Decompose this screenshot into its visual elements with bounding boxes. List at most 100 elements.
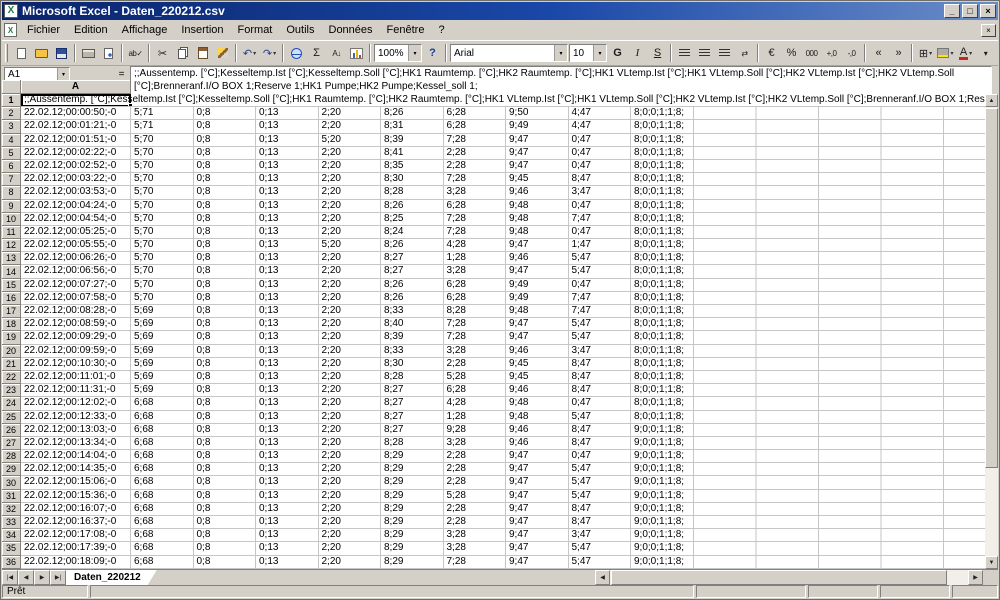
cell[interactable]: 9;47: [506, 133, 569, 147]
cell[interactable]: 2;20: [318, 225, 381, 240]
cell[interactable]: 5;70: [131, 278, 194, 292]
cell[interactable]: 0;8: [193, 239, 256, 253]
cell[interactable]: 22.02.12;00:15:36;-0: [21, 489, 131, 503]
row-header[interactable]: 9: [2, 199, 21, 213]
cell[interactable]: 2;20: [318, 305, 381, 319]
autosum-button[interactable]: Σ: [307, 43, 326, 63]
cell[interactable]: 9;0;0;1;1;8;: [631, 450, 694, 464]
cell[interactable]: 2;20: [318, 344, 381, 358]
cell[interactable]: 2;20: [318, 357, 381, 371]
save-button[interactable]: [52, 43, 71, 63]
fill-color-button[interactable]: ▾: [936, 43, 955, 63]
cell[interactable]: 8;0;0;1;1;8;: [631, 384, 694, 398]
cell[interactable]: 2;20: [318, 450, 381, 464]
cell[interactable]: 8;27: [381, 397, 444, 411]
empty-cells[interactable]: [693, 225, 985, 240]
cell[interactable]: 0;13: [256, 489, 319, 503]
cell[interactable]: 0;13: [256, 476, 319, 490]
format-painter-button[interactable]: [213, 43, 232, 63]
chevron-down-icon[interactable]: ▾: [593, 45, 606, 61]
menu-item[interactable]: Outils: [279, 22, 321, 38]
size-combo[interactable]: 10 ▾: [569, 44, 607, 62]
cell[interactable]: 0;8: [193, 344, 256, 358]
merge-center-button[interactable]: ⇄: [735, 43, 754, 63]
cell[interactable]: 7;47: [568, 291, 631, 305]
cell[interactable]: 0;13: [256, 436, 319, 451]
undo-button[interactable]: ↶ ▾: [240, 43, 259, 63]
cell[interactable]: 8;0;0;1;1;8;: [631, 199, 694, 213]
cell[interactable]: 8;28: [381, 436, 444, 451]
chevron-down-icon[interactable]: ▾: [408, 45, 421, 61]
cell[interactable]: 0;8: [193, 107, 256, 121]
cell[interactable]: 7;28: [443, 133, 506, 147]
row-header[interactable]: 20: [2, 344, 21, 358]
previous-sheet-button[interactable]: ◀: [18, 570, 34, 585]
cell[interactable]: 9;0;0;1;1;8;: [631, 555, 694, 569]
toolbar-grip[interactable]: [5, 44, 8, 62]
cell[interactable]: 22.02.12;00:06:26;-0: [21, 252, 131, 266]
empty-cells[interactable]: [693, 502, 985, 516]
cell[interactable]: 22.02.12;00:02:52;-0: [21, 159, 131, 174]
cell[interactable]: 6;68: [131, 529, 194, 543]
row-header[interactable]: 12: [2, 239, 21, 253]
cell[interactable]: 0;8: [193, 252, 256, 266]
sort-ascending-button[interactable]: A↓: [327, 43, 346, 63]
row-header[interactable]: 34: [2, 529, 21, 543]
cell[interactable]: 22.02.12;00:14:35;-0: [21, 463, 131, 477]
cell[interactable]: 2;20: [318, 423, 381, 437]
cell[interactable]: 9;49: [506, 278, 569, 292]
empty-cells[interactable]: [693, 278, 985, 292]
menu-item[interactable]: Fenêtre: [380, 22, 432, 38]
cell[interactable]: 5;70: [131, 159, 194, 174]
cell[interactable]: 2;20: [318, 410, 381, 424]
cell[interactable]: 9;47: [506, 146, 569, 160]
cell[interactable]: 0;8: [193, 370, 256, 385]
cell[interactable]: 4;47: [568, 120, 631, 134]
cell[interactable]: 9;47: [506, 239, 569, 253]
cell[interactable]: 1;28: [443, 252, 506, 266]
cell[interactable]: 7;28: [443, 173, 506, 187]
cell[interactable]: 22.02.12;00:07:58;-0: [21, 291, 131, 305]
cell[interactable]: 8;41: [381, 146, 444, 160]
cell[interactable]: 22.02.12;00:18:09;-0: [21, 555, 131, 569]
cell[interactable]: 0;13: [256, 146, 319, 160]
cell[interactable]: 22.02.12;00:12:33;-0: [21, 410, 131, 424]
cell[interactable]: 9;0;0;1;1;8;: [631, 529, 694, 543]
cell[interactable]: 5;47: [568, 331, 631, 345]
cell[interactable]: 8;39: [381, 133, 444, 147]
percent-button[interactable]: %: [782, 43, 801, 63]
row-header[interactable]: 15: [2, 278, 21, 292]
cell[interactable]: 22.02.12;00:17:39;-0: [21, 542, 131, 556]
cell[interactable]: 5;70: [131, 252, 194, 266]
cell[interactable]: 0;13: [256, 120, 319, 134]
vertical-scroll-thumb[interactable]: [985, 108, 998, 468]
empty-cells[interactable]: [693, 529, 985, 543]
cell[interactable]: 5;69: [131, 331, 194, 345]
cell[interactable]: 0;8: [193, 489, 256, 503]
cell[interactable]: 0;8: [193, 278, 256, 292]
cell[interactable]: 0;13: [256, 212, 319, 226]
row-header[interactable]: 28: [2, 450, 21, 464]
cell[interactable]: 9;48: [506, 225, 569, 240]
toolbar-options-button[interactable]: ▾: [976, 43, 995, 63]
cell[interactable]: 9;46: [506, 186, 569, 200]
cell[interactable]: 0;13: [256, 463, 319, 477]
cell[interactable]: 5;70: [131, 212, 194, 226]
cell[interactable]: 7;28: [443, 555, 506, 569]
cell[interactable]: 8;0;0;1;1;8;: [631, 252, 694, 266]
cell[interactable]: 22.02.12;00:05:25;-0: [21, 225, 131, 240]
cell[interactable]: 9;48: [506, 305, 569, 319]
horizontal-scroll-track[interactable]: [610, 570, 968, 585]
cell[interactable]: 5;70: [131, 186, 194, 200]
cell[interactable]: 9;48: [506, 212, 569, 226]
cell[interactable]: 8;0;0;1;1;8;: [631, 120, 694, 134]
italic-button[interactable]: I: [628, 43, 647, 63]
cell[interactable]: 9;47: [506, 476, 569, 490]
empty-cells[interactable]: [693, 331, 985, 345]
currency-button[interactable]: €: [762, 43, 781, 63]
cell[interactable]: 8;24: [381, 225, 444, 240]
empty-cells[interactable]: [693, 489, 985, 503]
cell[interactable]: 4;47: [568, 107, 631, 121]
cell[interactable]: 2;20: [318, 291, 381, 305]
chevron-down-icon[interactable]: ▾: [57, 68, 69, 80]
